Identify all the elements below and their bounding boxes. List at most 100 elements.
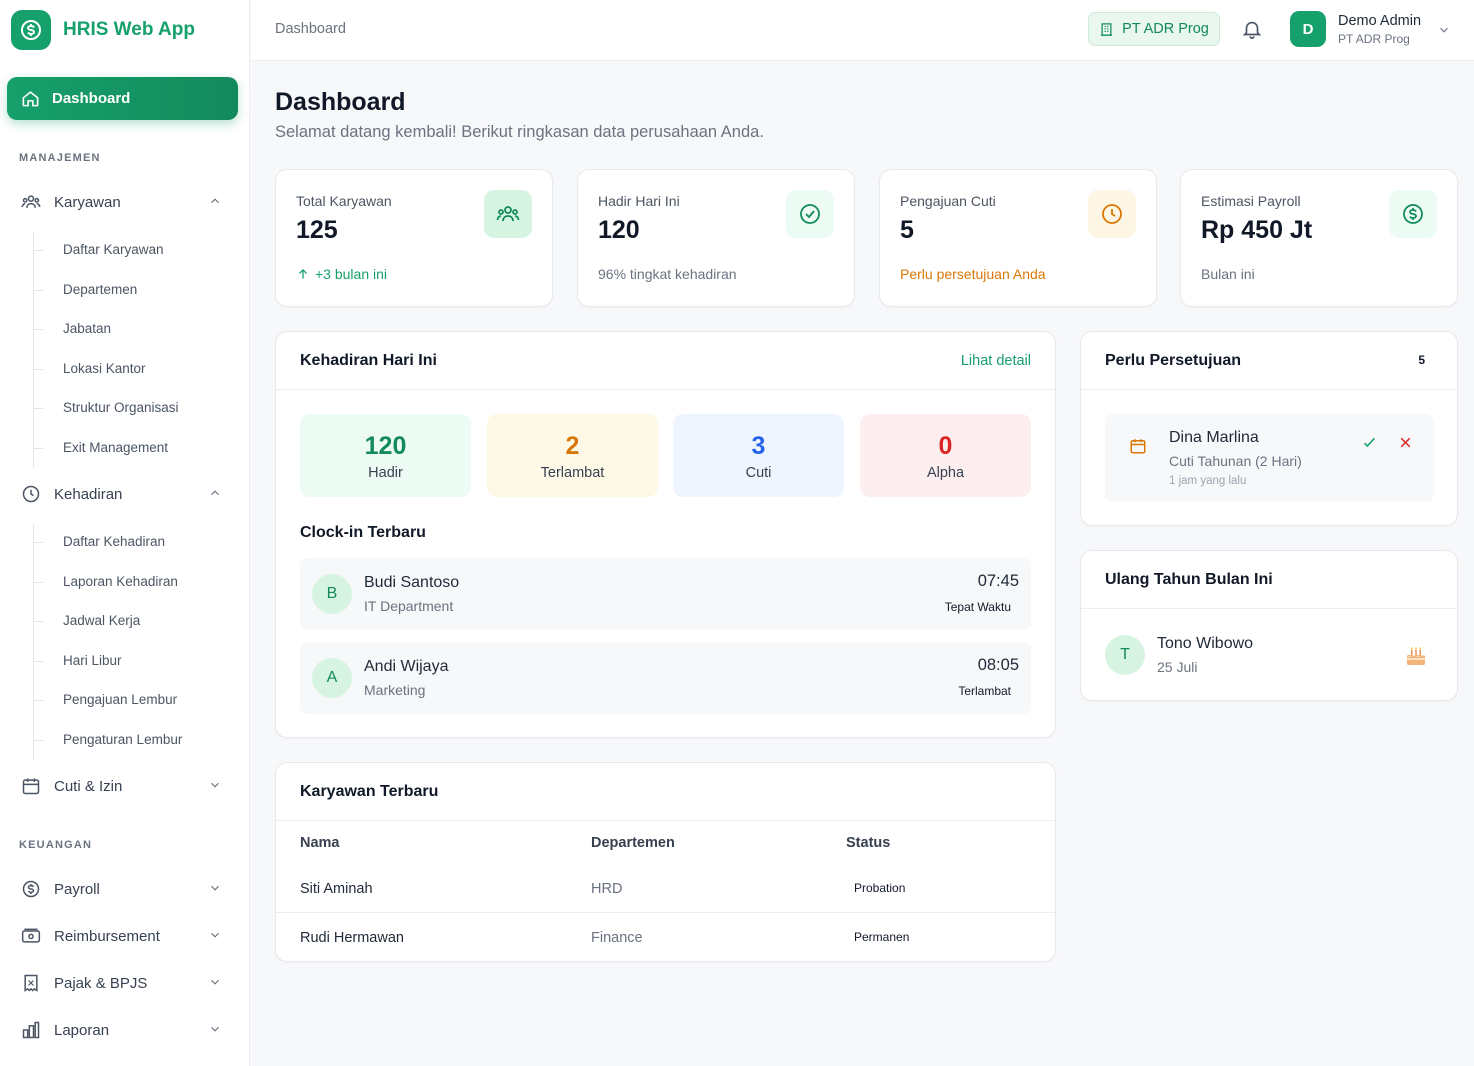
att-num: 2 xyxy=(565,432,580,460)
cell-dept: HRD xyxy=(591,881,623,897)
users-icon xyxy=(484,190,532,238)
chevron-down-icon[interactable] xyxy=(1437,23,1451,37)
attendance-card: Kehadiran Hari Ini Lihat detail 120 Hadi… xyxy=(275,331,1056,738)
nav-hari-libur[interactable]: Hari Libur xyxy=(63,651,122,671)
arrow-up-icon xyxy=(299,269,307,279)
tree-tick xyxy=(33,582,43,583)
page-subtitle: Selamat datang kembali! Berikut ringkasa… xyxy=(275,123,764,141)
lihat-detail-link[interactable]: Lihat detail xyxy=(961,353,1031,369)
section-keuangan: KEUANGAN xyxy=(19,839,93,851)
brand[interactable]: HRIS Web App xyxy=(0,0,249,60)
company-name: PT ADR Prog xyxy=(1122,21,1209,37)
cell-name: Rudi Hermawan xyxy=(300,930,404,946)
bar-chart-icon xyxy=(22,1021,40,1039)
nav-struktur-organisasi[interactable]: Struktur Organisasi xyxy=(63,398,179,418)
table-row[interactable]: Rudi Hermawan Finance Permanen xyxy=(276,913,1055,961)
tree-tick xyxy=(33,621,43,622)
nav-pengaturan-lembur[interactable]: Pengaturan Lembur xyxy=(63,730,182,750)
nav-kehadiran-label: Kehadiran xyxy=(54,485,123,503)
tree-tick xyxy=(33,290,43,291)
stat-value: Rp 450 Jt xyxy=(1201,216,1313,244)
app-name: HRIS Web App xyxy=(63,19,195,40)
stat-foot: 96% tingkat kehadiran xyxy=(598,266,737,282)
birthday-card: Ulang Tahun Bulan Ini T Tono Wibowo 25 J… xyxy=(1080,550,1458,701)
stat-label: Pengajuan Cuti xyxy=(900,193,996,209)
clockin-name: Budi Santoso xyxy=(364,574,460,591)
nav-pajak-bpjs[interactable]: Pajak & BPJS xyxy=(0,963,250,1003)
chevron-up-icon xyxy=(211,490,219,496)
avatar[interactable]: D xyxy=(1290,11,1326,47)
users-icon xyxy=(21,195,41,208)
cell-name: Siti Aminah xyxy=(300,881,373,897)
chevron-up-icon xyxy=(211,198,219,204)
approve-check-icon[interactable] xyxy=(1361,434,1378,451)
divider xyxy=(276,820,1055,821)
att-label: Alpha xyxy=(926,465,965,481)
stat-value: 5 xyxy=(900,216,914,244)
att-label: Terlambat xyxy=(540,465,605,481)
clockin-status: Terlambat xyxy=(958,684,1011,698)
nav-dashboard-label: Dashboard xyxy=(52,90,131,107)
tree-tick xyxy=(33,250,43,251)
dollar-icon xyxy=(22,880,40,898)
tree-tick xyxy=(33,408,43,409)
nav-kehadiran[interactable]: Kehadiran xyxy=(0,474,250,514)
avatar: B xyxy=(312,574,352,614)
nav-dashboard[interactable]: Dashboard xyxy=(7,77,238,120)
birthday-title: Ulang Tahun Bulan Ini xyxy=(1105,571,1273,588)
stat-card-hadir: Hadir Hari Ini 120 96% tingkat kehadiran xyxy=(577,169,855,307)
stat-foot: Bulan ini xyxy=(1201,266,1255,282)
status-badge: Permanen xyxy=(854,930,910,944)
nav-daftar-karyawan[interactable]: Daftar Karyawan xyxy=(63,240,164,260)
nav-pengajuan-lembur[interactable]: Pengajuan Lembur xyxy=(63,690,177,710)
table-row[interactable]: Siti Aminah HRD Probation xyxy=(276,864,1055,913)
nav-exit-management[interactable]: Exit Management xyxy=(63,438,168,458)
chevron-down-icon xyxy=(211,932,219,938)
tree-tick xyxy=(33,661,43,662)
approval-item[interactable]: Dina Marlina Cuti Tahunan (2 Hari) 1 jam… xyxy=(1105,414,1434,502)
att-num: 3 xyxy=(751,432,766,460)
tree-line xyxy=(33,524,34,760)
reject-x-icon[interactable] xyxy=(1397,434,1414,451)
approval-time: 1 jam yang lalu xyxy=(1169,475,1247,487)
status-badge: Probation xyxy=(854,881,906,895)
money-icon xyxy=(21,928,41,943)
page-title: Dashboard xyxy=(275,88,406,116)
company-switcher[interactable]: PT ADR Prog xyxy=(1088,12,1220,46)
user-name[interactable]: Demo Admin xyxy=(1338,13,1421,29)
receipt-icon xyxy=(24,974,38,992)
birthday-name: Tono Wibowo xyxy=(1157,635,1254,652)
section-manajemen: MANAJEMEN xyxy=(19,152,101,164)
nav-daftar-kehadiran[interactable]: Daftar Kehadiran xyxy=(63,532,165,552)
stat-foot-text: +3 bulan ini xyxy=(315,266,388,282)
clockin-dept: IT Department xyxy=(364,598,454,614)
nav-laporan-kehadiran[interactable]: Laporan Kehadiran xyxy=(63,572,178,592)
nav-payroll-label: Payroll xyxy=(54,880,100,898)
list-item[interactable]: B Budi Santoso IT Department 07:45 Tepat… xyxy=(300,558,1031,630)
nav-departemen[interactable]: Departemen xyxy=(63,280,137,300)
att-label: Cuti xyxy=(745,465,772,481)
nav-reimbursement[interactable]: Reimbursement xyxy=(0,916,250,956)
att-box-hadir: 120 Hadir xyxy=(300,414,471,497)
nav-jadwal-kerja[interactable]: Jadwal Kerja xyxy=(63,611,140,631)
nav-payroll[interactable]: Payroll xyxy=(0,869,250,909)
top-header: Dashboard PT ADR Prog D Demo Admin PT AD… xyxy=(251,0,1474,61)
dollar-logo-icon xyxy=(11,10,51,50)
list-item[interactable]: A Andi Wijaya Marketing 08:05 Terlambat xyxy=(300,642,1031,714)
stat-label: Total Karyawan xyxy=(296,193,392,209)
nav-karyawan[interactable]: Karyawan xyxy=(0,182,250,222)
nav-cuti-izin[interactable]: Cuti & Izin xyxy=(0,766,250,806)
nav-lokasi-kantor[interactable]: Lokasi Kantor xyxy=(63,359,146,379)
att-num: 120 xyxy=(364,432,407,460)
tree-tick xyxy=(33,369,43,370)
approval-count-badge: 5 xyxy=(1418,353,1425,367)
tree-tick xyxy=(33,700,43,701)
nav-jabatan[interactable]: Jabatan xyxy=(63,319,111,339)
dollar-icon xyxy=(1389,190,1437,238)
nav-laporan[interactable]: Laporan xyxy=(0,1010,250,1050)
bell-icon[interactable] xyxy=(1241,18,1263,40)
att-box-cuti: 3 Cuti xyxy=(673,414,844,497)
nav-laporan-label: Laporan xyxy=(54,1021,110,1039)
att-box-terlambat: 2 Terlambat xyxy=(487,414,658,497)
stat-label: Hadir Hari Ini xyxy=(598,193,680,209)
